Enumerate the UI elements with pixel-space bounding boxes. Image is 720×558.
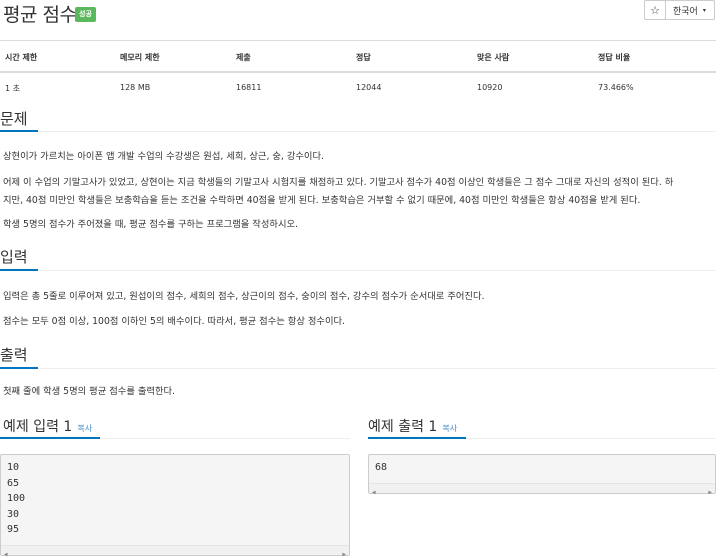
example-input-line: 65 xyxy=(7,477,20,489)
example-input-line: 100 xyxy=(7,493,26,504)
scroll-left-icon[interactable]: ◀ xyxy=(4,547,8,558)
problem-heading: 문제 xyxy=(0,110,28,128)
scroll-right-icon[interactable]: ▶ xyxy=(708,485,712,501)
copy-input-button[interactable]: 복사 xyxy=(77,424,92,433)
example-output-heading: 예제 출력 1 복사 xyxy=(368,416,457,436)
input-heading-underline xyxy=(0,269,38,271)
problem-text-line: 지만, 40점 미만인 학생들은 보충학습을 듣는 조건을 수락하면 40점을 … xyxy=(3,195,641,206)
example-input-heading: 예제 입력 1 복사 xyxy=(3,416,92,436)
example-output-line: 68 xyxy=(375,462,388,473)
input-text-line: 입력은 총 5줄로 이루어져 있고, 원섭이의 점수, 세희의 점수, 상근이의… xyxy=(3,291,485,302)
language-label: 한국어 xyxy=(673,6,698,17)
problem-text-line: 상현이가 가르치는 아이폰 앱 개발 수업의 수강생은 원섭, 세희, 상근, … xyxy=(3,151,324,162)
problem-heading-underline xyxy=(0,130,38,132)
scroll-right-icon[interactable]: ▶ xyxy=(342,547,346,558)
example-output-scrollbar[interactable]: ◀ ▶ xyxy=(369,483,715,496)
stats-value-row: 1 초 128 MB 16811 12044 10920 73.466% xyxy=(0,73,716,103)
stats-header-submissions: 제출 xyxy=(236,53,251,62)
example-input-title: 예제 입력 1 xyxy=(3,419,73,435)
problem-text-line: 학생 5명의 점수가 주어졌을 때, 평균 점수를 구하는 프로그램을 작성하시… xyxy=(3,219,299,230)
output-heading-divider xyxy=(0,368,716,369)
problem-heading-divider xyxy=(0,131,716,132)
stats-memory-limit: 128 MB xyxy=(120,83,151,92)
stats-solvers: 10920 xyxy=(477,83,503,92)
example-output-title: 예제 출력 1 xyxy=(368,419,438,435)
stats-submissions: 16811 xyxy=(236,83,262,92)
input-heading: 입력 xyxy=(0,248,28,266)
chevron-down-icon: ▾ xyxy=(702,6,706,14)
star-icon: ☆ xyxy=(650,3,660,17)
input-heading-divider xyxy=(0,270,716,271)
example-output-box[interactable]: 68 ◀ ▶ xyxy=(368,454,716,496)
example-input-underline xyxy=(0,437,100,439)
example-input-scrollbar[interactable]: ◀ ▶ xyxy=(1,545,349,558)
stats-ratio: 73.466% xyxy=(598,83,634,92)
example-output-underline xyxy=(368,437,466,439)
language-dropdown[interactable]: 한국어 ▾ xyxy=(665,0,715,20)
stats-header-ratio: 정답 비율 xyxy=(598,53,631,62)
copy-output-button[interactable]: 복사 xyxy=(442,424,457,433)
stats-time-limit: 1 초 xyxy=(5,84,20,93)
status-badge: 성공 xyxy=(75,7,96,22)
stats-header-accepted: 정답 xyxy=(356,53,371,62)
page-title: 평균 점수 xyxy=(3,4,77,26)
stats-accepted: 12044 xyxy=(356,83,382,92)
example-input-box[interactable]: 10 65 100 30 95 ◀ ▶ xyxy=(0,454,350,558)
title-row: 평균 점수 성공 ☆ 한국어 ▾ xyxy=(0,0,720,28)
stats-header-row: 시간 제한 메모리 제한 제출 정답 맞은 사람 정답 비율 xyxy=(0,41,716,73)
example-input-line: 95 xyxy=(7,524,20,535)
example-input-line: 10 xyxy=(7,462,20,473)
scroll-left-icon[interactable]: ◀ xyxy=(372,485,376,501)
stats-header-time-limit: 시간 제한 xyxy=(5,53,38,62)
output-heading-underline xyxy=(0,367,38,369)
example-input-line: 30 xyxy=(7,508,20,520)
problem-stats-table: 시간 제한 메모리 제한 제출 정답 맞은 사람 정답 비율 1 초 128 M… xyxy=(0,40,716,103)
output-heading: 출력 xyxy=(0,346,28,364)
star-button[interactable]: ☆ xyxy=(644,0,666,20)
input-text-line: 점수는 모두 0점 이상, 100점 이하인 5의 배수이다. 따라서, 평균 … xyxy=(3,316,346,327)
output-text-line: 첫째 줄에 학생 5명의 평균 점수를 출력한다. xyxy=(3,386,176,397)
stats-header-solvers: 맞은 사람 xyxy=(477,53,510,62)
stats-header-memory-limit: 메모리 제한 xyxy=(120,53,160,62)
